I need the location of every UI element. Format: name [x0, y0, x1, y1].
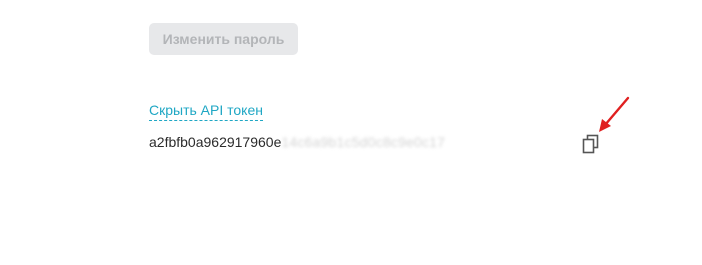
- copy-icon[interactable]: [582, 134, 600, 154]
- red-arrow-icon: [596, 95, 632, 135]
- hide-api-token-link[interactable]: Скрыть API токен: [149, 102, 263, 121]
- change-password-button[interactable]: Изменить пароль: [149, 23, 298, 55]
- api-token-masked-part: 14c6a9b1c5d0c8c9e0c17: [281, 134, 446, 150]
- api-token-settings: Изменить пароль Скрыть API токен a2fbfb0…: [0, 0, 702, 265]
- api-token-visible-part: a2fbfb0a962917960e: [149, 134, 282, 150]
- api-token-value: a2fbfb0a962917960e 14c6a9b1c5d0c8c9e0c17: [149, 133, 445, 151]
